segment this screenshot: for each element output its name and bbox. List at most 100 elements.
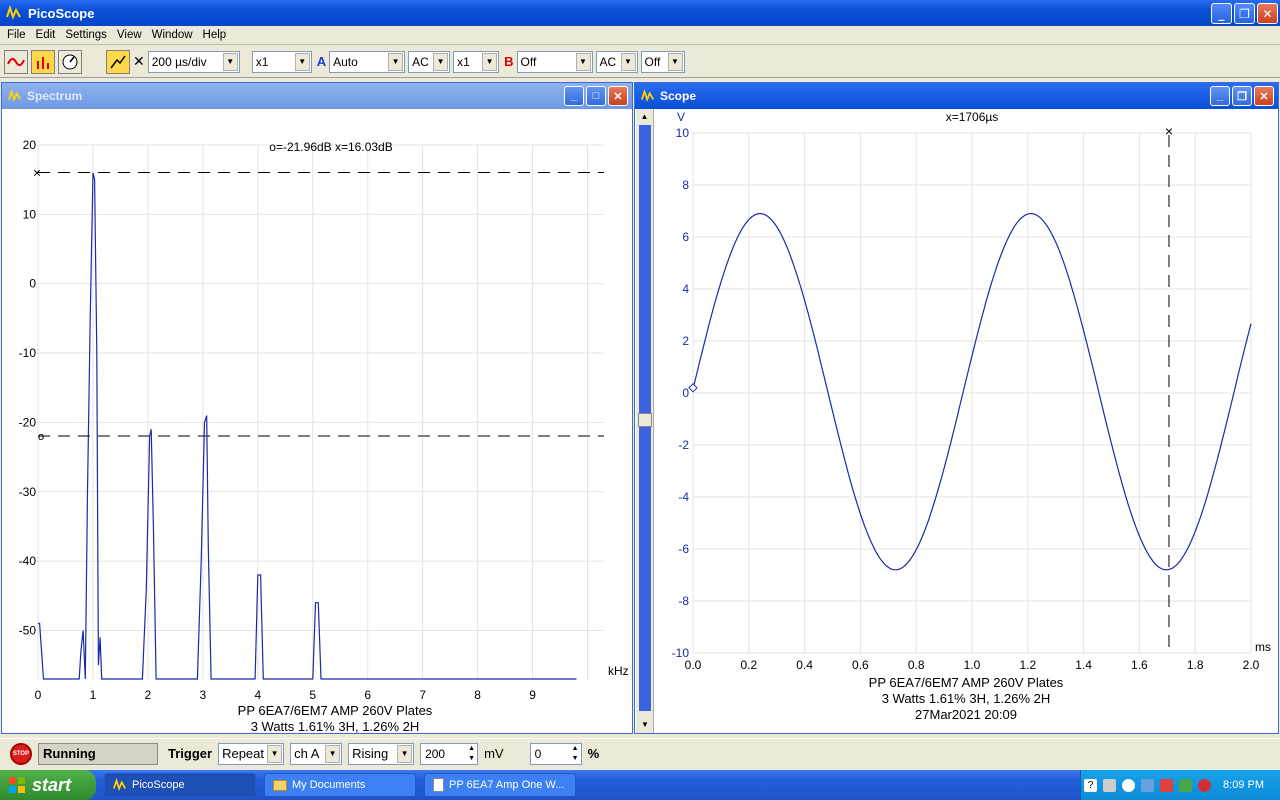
scope-minimize-button[interactable]: _ bbox=[1210, 86, 1230, 106]
network-icon[interactable] bbox=[1103, 778, 1117, 792]
expand-tray-icon[interactable] bbox=[1122, 778, 1136, 792]
close-button[interactable]: ✕ bbox=[1257, 3, 1278, 24]
device-icon[interactable] bbox=[1179, 778, 1193, 792]
scope-plot[interactable]: x=1706µsV1086420-2-4-6-8-100.0 0.2 0.4 0.6 0… bbox=[655, 109, 1279, 733]
task-my-documents[interactable]: My Documents bbox=[264, 773, 416, 797]
y-tick-label: -40 bbox=[19, 554, 37, 568]
x-tick-label: 6 bbox=[364, 688, 371, 702]
trigger-channel-value: ch A bbox=[294, 746, 320, 761]
multiplier-value: x1 bbox=[255, 54, 269, 69]
monitor-icon[interactable] bbox=[1141, 778, 1155, 792]
channel-a-coupling-value: AC bbox=[412, 54, 429, 69]
channel-a-coupling-select[interactable]: AC ▼ bbox=[408, 50, 451, 73]
spectrum-maximize-button[interactable]: □ bbox=[586, 86, 606, 106]
trigger-mode-button[interactable] bbox=[106, 49, 130, 74]
scope-close-button[interactable]: ✕ bbox=[1254, 86, 1274, 106]
channel-b-mult-select[interactable]: Off ▼ bbox=[640, 50, 685, 73]
task-label: PicoScope bbox=[132, 779, 185, 791]
chevron-down-icon: ▼ bbox=[267, 744, 283, 763]
menu-edit[interactable]: Edit bbox=[31, 29, 61, 41]
scope-restore-button[interactable]: ❐ bbox=[1232, 86, 1252, 106]
pretrigger-value: 0 bbox=[534, 746, 542, 761]
task-document[interactable]: PP 6EA7 Amp One W... bbox=[424, 773, 576, 797]
menu-window[interactable]: Window bbox=[147, 29, 198, 41]
spin-up-icon[interactable]: ▲ bbox=[570, 744, 581, 754]
spectrum-title-bar: Spectrum _ □ ✕ bbox=[2, 83, 632, 109]
task-label: PP 6EA7 Amp One W... bbox=[449, 779, 565, 791]
channel-a-mult-select[interactable]: x1 ▼ bbox=[453, 50, 500, 73]
cursor-x-marker: × bbox=[1165, 123, 1173, 139]
x-tick-label: 1.2 bbox=[1019, 658, 1036, 672]
help-icon[interactable]: ? bbox=[1084, 778, 1098, 792]
antivirus-icon[interactable] bbox=[1160, 778, 1174, 792]
picoscope-app-icon bbox=[113, 778, 127, 791]
multiplier-select[interactable]: x1 ▼ bbox=[251, 50, 312, 73]
x-tick-label: 1.8 bbox=[1187, 658, 1204, 672]
menu-settings[interactable]: Settings bbox=[60, 29, 112, 41]
toolbar: ✕ 200 µs/div ▼ x1 ▼ A Auto ▼ AC ▼ x1 ▼ B Off ▼… bbox=[0, 46, 1280, 78]
chevron-down-icon: ▼ bbox=[575, 52, 591, 71]
channel-b-mult-value: Off bbox=[644, 54, 661, 69]
spectrum-mode-button[interactable] bbox=[31, 49, 55, 74]
x-tick-label: 1.4 bbox=[1075, 658, 1092, 672]
spectrum-trace bbox=[38, 172, 577, 680]
channel-a-range-value: Auto bbox=[333, 54, 358, 69]
pretrigger-unit: % bbox=[587, 746, 600, 761]
vertical-offset-scrollbar[interactable]: ▲ ▼ bbox=[636, 109, 654, 733]
spin-down-icon[interactable]: ▼ bbox=[570, 754, 581, 764]
x-tick-label: 1.6 bbox=[1131, 658, 1148, 672]
scroll-thumb[interactable] bbox=[638, 413, 652, 427]
x-tick-label: 2.0 bbox=[1243, 658, 1260, 672]
channel-b-coupling-select[interactable]: AC ▼ bbox=[595, 50, 638, 73]
spectrum-close-button[interactable]: ✕ bbox=[608, 86, 628, 106]
trigger-edge-select[interactable]: Rising ▼ bbox=[348, 742, 415, 765]
scope-mode-button[interactable] bbox=[4, 49, 28, 74]
trace-icon bbox=[110, 55, 126, 68]
channel-a-range-select[interactable]: Auto ▼ bbox=[329, 50, 406, 73]
scope-readout: x=1706µs bbox=[946, 110, 999, 124]
stop-button[interactable]: STOP bbox=[10, 742, 32, 765]
y-tick-label: 10 bbox=[23, 207, 37, 221]
x-tick-label: 1 bbox=[90, 688, 97, 702]
spin-down-icon[interactable]: ▼ bbox=[466, 754, 477, 764]
menu-help[interactable]: Help bbox=[198, 29, 232, 41]
spectrum-plot[interactable]: o=-21.96dB x=16.03dB20100-10-20-30-40-50… bbox=[2, 109, 632, 733]
menu-file[interactable]: File bbox=[2, 29, 31, 41]
start-button[interactable]: start bbox=[0, 770, 96, 800]
meter-mode-button[interactable] bbox=[58, 49, 82, 74]
minimize-button[interactable]: _ bbox=[1211, 3, 1232, 24]
spectrum-minimize-button[interactable]: _ bbox=[564, 86, 584, 106]
security-shield-icon[interactable] bbox=[1198, 778, 1212, 792]
trigger-level-input[interactable]: 200 ▲ ▼ bbox=[420, 742, 479, 765]
task-picoscope[interactable]: PicoScope bbox=[104, 773, 256, 797]
channel-b-coupling-value: AC bbox=[599, 54, 617, 69]
x-tick-label: 1.0 bbox=[964, 658, 981, 672]
trigger-channel-select[interactable]: ch A ▼ bbox=[290, 742, 343, 765]
app-title: PicoScope bbox=[28, 5, 95, 21]
spectrum-title: Spectrum bbox=[27, 89, 83, 103]
scroll-up-arrow-icon[interactable]: ▲ bbox=[636, 109, 653, 125]
trigger-marker bbox=[688, 383, 698, 393]
scroll-down-arrow-icon[interactable]: ▼ bbox=[636, 717, 654, 733]
x-tick-label: 3 bbox=[200, 688, 207, 702]
pretrigger-input[interactable]: 0 ▲ ▼ bbox=[529, 742, 582, 765]
trigger-mode-select[interactable]: Repeat ▼ bbox=[218, 742, 285, 765]
spin-up-icon[interactable]: ▲ bbox=[466, 744, 477, 754]
close-x-icon[interactable]: ✕ bbox=[133, 53, 145, 70]
y-tick-label: -4 bbox=[678, 490, 689, 504]
timebase-select[interactable]: 200 µs/div ▼ bbox=[147, 50, 240, 73]
start-label: start bbox=[32, 774, 72, 795]
channel-a-label: A bbox=[316, 54, 327, 69]
scope-title-bar: Scope _ ❐ ✕ bbox=[635, 83, 1278, 109]
y-tick-label: 10 bbox=[676, 126, 690, 140]
x-tick-label: 5 bbox=[309, 688, 316, 702]
x-tick-label: 0.6 bbox=[852, 658, 869, 672]
run-status: Running bbox=[38, 742, 158, 765]
menu-view[interactable]: View bbox=[112, 29, 147, 41]
menu-bar: File Edit Settings View Window Help bbox=[0, 26, 1280, 45]
y-tick-label: -50 bbox=[19, 623, 37, 637]
caption-line: PP 6EA7/6EM7 AMP 260V Plates bbox=[238, 703, 433, 718]
restore-button[interactable]: ❐ bbox=[1234, 3, 1255, 24]
channel-b-range-select[interactable]: Off ▼ bbox=[516, 50, 593, 73]
x-tick-label: 7 bbox=[419, 688, 426, 702]
